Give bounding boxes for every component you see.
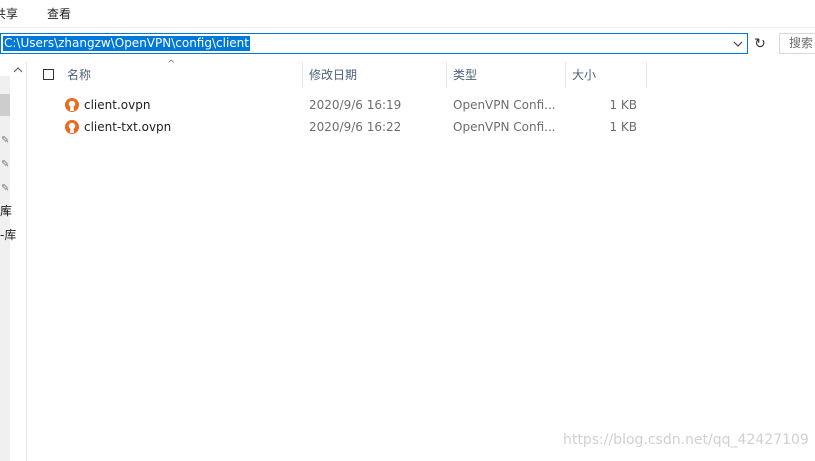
- file-name: client.ovpn: [84, 98, 151, 112]
- pin-icon[interactable]: ✎: [1, 184, 11, 194]
- column-header-type[interactable]: 类型: [453, 62, 477, 88]
- file-type: OpenVPN Confi...: [453, 120, 556, 134]
- sort-ascending-icon: ^: [167, 59, 176, 70]
- file-row[interactable]: client.ovpn 2020/9/6 16:19 OpenVPN Confi…: [57, 94, 667, 116]
- address-bar: C:\Users\zhangzw\OpenVPN\config\client ↻…: [0, 31, 815, 58]
- chevron-down-icon[interactable]: [731, 35, 745, 52]
- refresh-icon[interactable]: ↻: [750, 33, 770, 54]
- file-date: 2020/9/6 16:22: [309, 120, 402, 134]
- column-header-name[interactable]: 名称: [67, 62, 91, 88]
- file-row[interactable]: client-txt.ovpn 2020/9/6 16:22 OpenVPN C…: [57, 116, 667, 138]
- column-divider[interactable]: [446, 62, 447, 88]
- ribbon-tab-share[interactable]: 共享: [0, 5, 18, 22]
- column-divider[interactable]: [302, 62, 303, 88]
- nav-scrollbar[interactable]: [0, 76, 10, 461]
- scroll-up-icon[interactable]: [13, 66, 23, 74]
- pin-icon[interactable]: ✎: [1, 160, 11, 170]
- file-size: 1 KB: [609, 98, 637, 112]
- search-input[interactable]: 搜索: [779, 33, 815, 54]
- file-name: client-txt.ovpn: [84, 120, 172, 134]
- column-divider[interactable]: [646, 62, 647, 88]
- openvpn-icon: [65, 120, 79, 134]
- file-size: 1 KB: [609, 120, 637, 134]
- navigation-pane: ✎ ✎ ✎ ✎ 库 -库: [0, 62, 27, 461]
- column-header-date[interactable]: 修改日期: [309, 62, 357, 88]
- watermark: https://blog.csdn.net/qq_42427109: [563, 432, 809, 448]
- nav-scrollbar-thumb[interactable]: [0, 94, 10, 116]
- ribbon-tab-view[interactable]: 查看: [47, 5, 71, 22]
- select-all-checkbox[interactable]: [43, 69, 54, 80]
- openvpn-icon: [65, 98, 79, 112]
- file-list: ^ 名称 修改日期 类型 大小 client.ovpn 2020/9/6 16:…: [27, 59, 815, 461]
- file-type: OpenVPN Confi...: [453, 98, 556, 112]
- pin-icon[interactable]: ✎: [1, 136, 11, 146]
- column-header-size[interactable]: 大小: [572, 62, 596, 88]
- address-input[interactable]: C:\Users\zhangzw\OpenVPN\config\client: [0, 33, 748, 54]
- file-date: 2020/9/6 16:19: [309, 98, 402, 112]
- address-path[interactable]: C:\Users\zhangzw\OpenVPN\config\client: [3, 36, 250, 51]
- ribbon: 共享 查看: [0, 0, 815, 28]
- nav-item-fragment[interactable]: 库: [0, 202, 12, 219]
- column-divider[interactable]: [565, 62, 566, 88]
- nav-item-fragment[interactable]: -库: [0, 226, 16, 243]
